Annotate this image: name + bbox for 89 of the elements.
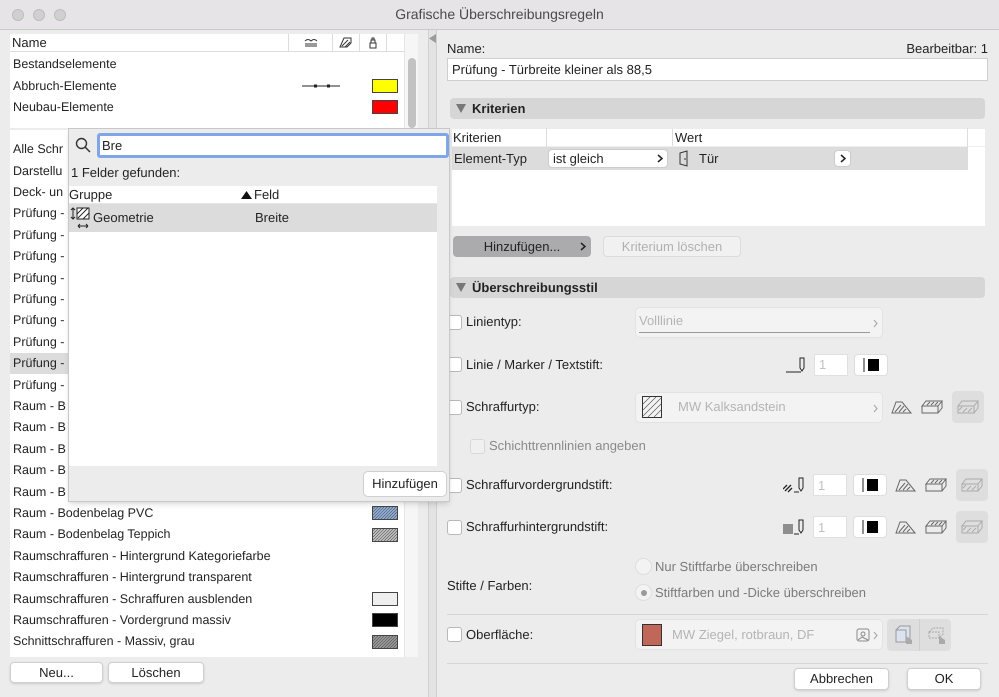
radio-button[interactable] <box>635 584 652 602</box>
button[interactable]: Abbrechen <box>794 668 889 690</box>
collapse-icon[interactable] <box>429 34 436 43</box>
block-fill-button[interactable] <box>956 511 988 543</box>
chevron-icon <box>657 154 663 163</box>
chevron-icon <box>840 154 846 163</box>
column-header[interactable]: Name <box>12 32 288 52</box>
surface-swatch-icon <box>642 624 662 646</box>
image-icon <box>856 628 870 642</box>
chevron-icon <box>580 242 586 251</box>
chevron-icon <box>873 404 878 412</box>
window-title: Grafische Überschreibungsregeln <box>395 5 604 24</box>
value-picker-button[interactable] <box>834 150 851 167</box>
section-title: Kriterien <box>472 100 526 118</box>
chevron-icon <box>873 631 878 640</box>
block-icon[interactable] <box>925 478 947 492</box>
block-fill-button[interactable] <box>952 391 984 423</box>
result-row[interactable]: Geometrie Breite <box>69 204 437 232</box>
column-header[interactable]: Gruppe <box>69 184 112 204</box>
block-fill-button[interactable] <box>956 469 988 501</box>
list-row[interactable]: Bestandselemente <box>10 54 404 76</box>
pen-color-button[interactable] <box>853 474 887 496</box>
pen-color-icon <box>862 520 878 534</box>
list-row[interactable]: Abbruch-Elemente <box>10 75 404 97</box>
section-header[interactable]: Überschreibungsstil <box>450 277 985 298</box>
pen-color-icon <box>863 358 879 372</box>
table-cell-text: Tür <box>699 150 720 168</box>
name-field[interactable]: Prüfung - Türbreite kleiner als 88,5 <box>447 58 988 81</box>
pen-color-button[interactable] <box>854 354 888 376</box>
scrollbar-thumb[interactable] <box>408 58 416 128</box>
add-button[interactable]: Hinzufügen <box>363 470 447 496</box>
list-row[interactable]: Raum - Bodenbelag PVC <box>10 502 404 524</box>
option-label: Schraffurtyp: <box>466 398 540 416</box>
block-icon <box>961 520 983 534</box>
pen-color-button[interactable] <box>853 516 887 538</box>
button[interactable]: OK <box>907 668 981 690</box>
hatch-pattern-icon <box>642 396 662 418</box>
chevron-icon <box>873 318 878 328</box>
button[interactable]: Hinzufügen... <box>453 236 591 257</box>
search-icon <box>75 137 91 153</box>
window-control[interactable] <box>33 9 45 21</box>
radio-label: Nur Stiftfarbe überschreiben <box>655 558 818 576</box>
hatch-shape-icon[interactable] <box>895 520 916 534</box>
option-label: Linientyp: <box>466 313 523 332</box>
wave-lines-icon <box>302 36 318 49</box>
editable-count: Bearbeitbar: 1 <box>906 40 988 54</box>
option-label: Linie / Marker / Textstift: <box>466 356 604 374</box>
button[interactable]: Neu... <box>10 662 103 683</box>
result-count: 1 Felder gefunden: <box>70 164 182 182</box>
window-control[interactable] <box>54 9 66 21</box>
criteria-row[interactable]: Element-Typ ist gleich Tür <box>452 147 968 170</box>
window-control[interactable] <box>12 9 24 21</box>
list-row[interactable]: Raumschraffuren - Hintergrund transparent <box>10 566 404 588</box>
list-row[interactable]: Neubau-Elemente <box>10 96 404 118</box>
list-row[interactable]: Raum - Bodenbelag Teppich <box>10 524 404 546</box>
block-icon <box>957 400 979 414</box>
option-label: Oberfläche: <box>466 626 534 644</box>
section-title: Überschreibungsstil <box>472 278 598 297</box>
option-label: Stifte / Farben: <box>447 576 534 595</box>
hatch-shape-icon <box>338 36 354 49</box>
list-row[interactable]: Schnittschraffuren - Massiv, grau <box>10 630 404 652</box>
hatch-shape-icon[interactable] <box>891 400 912 414</box>
checkbox[interactable] <box>447 627 462 642</box>
door-icon <box>679 150 689 167</box>
option-label: Schichttrennlinien angeben <box>489 437 646 456</box>
list-row[interactable]: Raumschraffuren - Vordergrund massiv <box>10 610 404 631</box>
option-label: Schraffurvordergrundstift: <box>466 476 612 494</box>
clear-surface-button[interactable] <box>919 618 951 650</box>
column-header[interactable]: Feld <box>254 184 280 204</box>
block-icon <box>961 478 983 492</box>
block-icon[interactable] <box>921 400 943 414</box>
search-field[interactable]: Bre <box>97 132 449 158</box>
section-header[interactable]: Kriterien <box>450 98 985 119</box>
button[interactable]: Löschen <box>108 662 204 683</box>
operator-dropdown[interactable]: ist gleich <box>548 149 668 168</box>
apply-surface-button[interactable] <box>887 618 919 650</box>
list-row[interactable]: Raumschraffuren - Schraffuren ausblenden <box>10 588 404 610</box>
hatch-resize-icon <box>70 206 90 230</box>
hatch-shape-icon[interactable] <box>895 478 916 492</box>
table-cell-text: Breite <box>255 209 289 228</box>
table-cell-text: Geometrie <box>93 209 155 228</box>
option-label: Schraffurhintergrundstift: <box>466 518 608 536</box>
table-cell-text: Element-Typ <box>453 150 528 168</box>
checkbox[interactable] <box>447 520 462 534</box>
pen-color-icon <box>862 478 878 492</box>
field-label: Name: <box>447 40 486 54</box>
block-icon[interactable] <box>925 520 947 534</box>
list-row[interactable]: Raumschraffuren - Hintergrund Kategoriefarbe <box>10 545 404 567</box>
radio-label: Stiftfarben und -Dicke überschreiben <box>655 584 866 602</box>
